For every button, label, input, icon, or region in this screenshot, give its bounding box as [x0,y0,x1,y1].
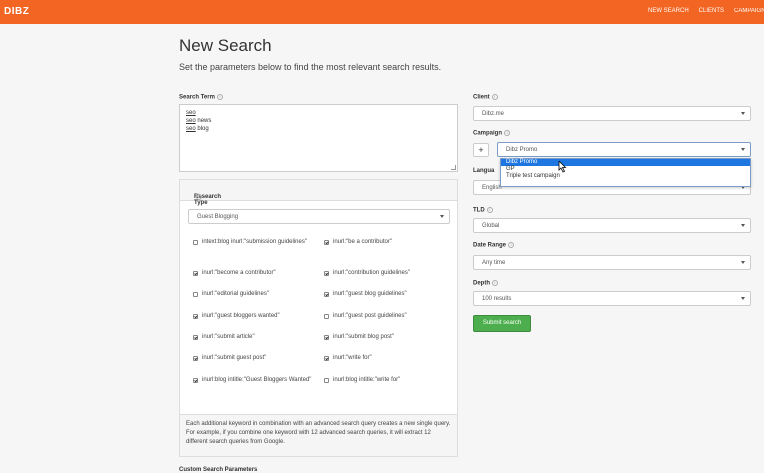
campaign-label: Campaign i [473,130,511,137]
submit-search-button[interactable]: Submit search [473,315,531,332]
mouse-pointer-icon [558,161,567,173]
resize-handle-icon[interactable] [451,165,456,170]
checkbox-checked-icon[interactable] [324,292,329,297]
info-icon[interactable]: i [486,207,493,213]
info-icon[interactable]: i [491,94,498,100]
checkbox-item[interactable]: inurl:"guest post guidelines" [324,312,444,321]
chevron-down-icon [741,261,745,264]
nav-new-search[interactable]: NEW SEARCH [648,8,689,14]
top-navbar: DIBZ NEW SEARCH CLIENTS CAMPAIGNS [0,0,764,24]
tld-select[interactable]: Global [473,218,751,233]
checkbox-checked-icon[interactable] [324,271,329,276]
checkbox-icon[interactable] [324,378,329,383]
client-select[interactable]: Dibz.me [473,106,751,121]
checkbox-icon[interactable] [324,314,329,319]
checkbox-item[interactable]: inurl:"become a contributor" [193,269,313,278]
checkbox-checked-icon[interactable] [324,356,329,361]
checkbox-checked-icon[interactable] [193,335,198,340]
checkbox-checked-icon[interactable] [193,271,198,276]
research-type-select[interactable]: Guest Blogging [188,209,450,224]
checkbox-item[interactable]: inurl:"guest blog guidelines" [324,290,444,299]
depth-label: Depth i [473,280,498,287]
checkbox-item[interactable]: inurl:"contribution guidelines" [324,269,444,278]
checkbox-checked-icon[interactable] [193,378,198,383]
tld-label: TLD i [473,207,493,214]
checkbox-item[interactable]: inurl:"guest bloggers wanted" [193,312,313,321]
checkbox-item[interactable]: inurl:blog intitle:"Guest Bloggers Wante… [193,376,313,385]
campaign-select[interactable]: Dibz Promo [497,142,751,157]
search-term-line: seo news [186,118,212,124]
nav-menu: NEW SEARCH CLIENTS CAMPAIGNS [648,8,764,14]
date-range-select[interactable]: Any time [473,255,751,270]
chevron-down-icon [741,112,745,115]
campaign-option[interactable]: GP [501,166,750,173]
search-term-line: seo [186,110,196,116]
checkbox-checked-icon[interactable] [193,356,198,361]
date-range-label: Date Range i [473,242,515,249]
campaign-dropdown-list: Dibz Promo GP Triple test campaign [500,158,751,187]
page-subtitle: Set the parameters below to find the mos… [179,62,442,72]
info-icon[interactable]: i [196,194,202,200]
dibz-logo[interactable]: DIBZ [4,6,29,17]
info-icon[interactable]: i [508,242,515,248]
chevron-down-icon [741,148,745,151]
chevron-down-icon [440,215,444,218]
checkbox-item[interactable]: inurl:"submit blog post" [324,333,444,342]
language-label: Langua [473,168,495,174]
checkbox-item[interactable]: inurl:blog intitle:"write for" [324,376,444,385]
nav-campaigns[interactable]: CAMPAIGNS [734,8,764,14]
custom-search-parameters-label: Custom Search Parameters [179,467,258,473]
add-campaign-button[interactable]: + [473,143,489,157]
info-icon[interactable]: i [216,94,223,100]
depth-select[interactable]: 100 results [473,291,751,306]
checkbox-item[interactable]: inurl:"be a contributor" [324,238,444,247]
research-type-note: Each additional keyword in combination w… [180,414,457,456]
research-type-header: Research Type i [180,180,457,206]
chevron-down-icon [741,297,745,300]
checkbox-item[interactable]: inurl:"submit guest post" [193,354,313,363]
campaign-option[interactable]: Triple test campaign [501,173,750,180]
research-type-panel: Research Type i Guest Blogging intext:blo… [179,179,458,457]
checkbox-item[interactable]: intext:blog inurl:"submission guidelines… [193,238,313,247]
chevron-down-icon [741,224,745,227]
checkbox-item[interactable]: inurl:"write for" [324,354,444,363]
checkbox-icon[interactable] [193,292,198,297]
page-title: New Search [179,36,272,55]
checkbox-icon[interactable] [193,240,198,245]
search-term-textarea[interactable]: seo seo news seo blog [179,104,458,172]
client-label: Client i [473,94,498,101]
info-icon[interactable]: i [504,130,511,136]
checkbox-item[interactable]: inurl:"submit article" [193,333,313,342]
checkbox-checked-icon[interactable] [193,314,198,319]
search-term-line: seo blog [186,126,209,132]
checkbox-checked-icon[interactable] [324,240,329,245]
checkbox-item[interactable]: inurl:"editorial guidelines" [193,290,313,299]
nav-clients[interactable]: CLIENTS [699,8,724,14]
search-term-label: Search Term i [179,94,223,101]
campaign-option[interactable]: Dibz Promo [501,159,750,166]
checkbox-checked-icon[interactable] [324,335,329,340]
info-icon[interactable]: i [492,280,498,286]
